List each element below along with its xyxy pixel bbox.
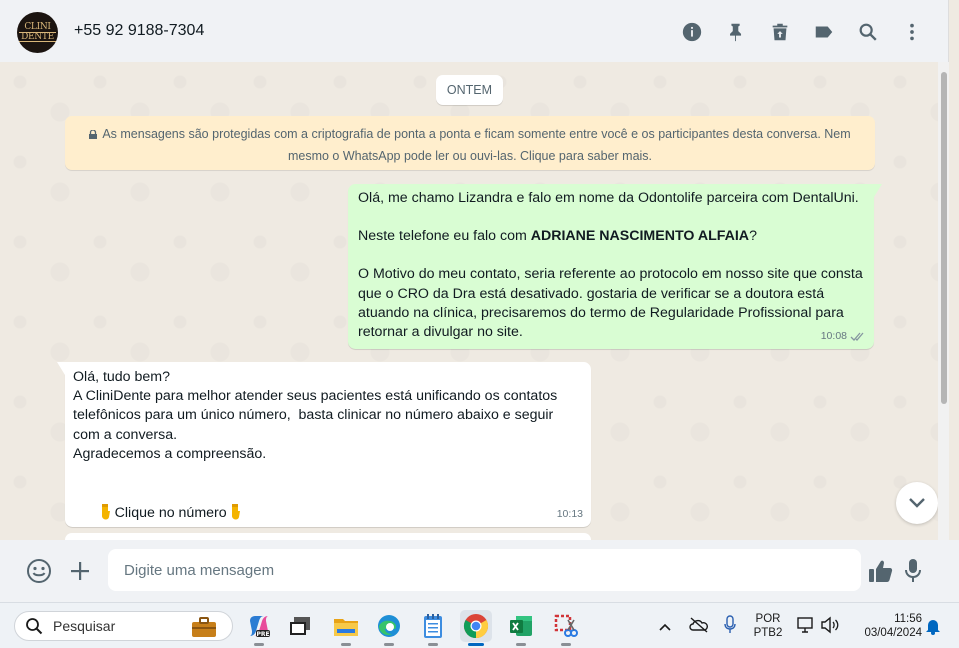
pointing-down-emoji-icon bbox=[101, 504, 110, 520]
avatar-logo-line1: CLINI bbox=[24, 22, 51, 32]
input-language[interactable]: POR PTB2 bbox=[753, 612, 783, 640]
chrome-icon bbox=[463, 614, 489, 638]
search-icon[interactable] bbox=[856, 20, 880, 44]
message-meta: 10:13 bbox=[557, 505, 583, 524]
notepad-app[interactable] bbox=[417, 610, 449, 646]
volume-icon[interactable] bbox=[820, 616, 840, 639]
avatar[interactable]: CLINI DENTE bbox=[17, 12, 58, 53]
pin-icon[interactable] bbox=[724, 20, 748, 44]
microphone-tray-icon[interactable] bbox=[724, 615, 736, 640]
thumbs-up-icon[interactable] bbox=[867, 557, 895, 585]
snipping-tool-icon bbox=[554, 614, 578, 637]
file-explorer-app[interactable] bbox=[330, 610, 362, 646]
conversation-panel[interactable]: ONTEM As mensagens são protegidas com a … bbox=[0, 62, 938, 540]
next-message-peek bbox=[65, 533, 591, 540]
folder-icon bbox=[334, 619, 358, 636]
clock-date: 03/04/2024 bbox=[864, 627, 922, 639]
message-time: 10:08 bbox=[820, 329, 847, 342]
bold-name: ADRIANE NASCIMENTO ALFAIA bbox=[530, 228, 750, 245]
message-time: 10:13 bbox=[556, 507, 583, 520]
encryption-text: As mensagens são protegidas com a cripto… bbox=[102, 127, 851, 163]
read-ticks-icon bbox=[850, 332, 864, 341]
message-input[interactable] bbox=[108, 549, 861, 591]
bubble-tail bbox=[874, 184, 882, 197]
message-meta: 10:08 bbox=[821, 327, 866, 346]
clock[interactable]: 11:56 03/04/2024 bbox=[850, 612, 922, 640]
chevron-down-icon bbox=[909, 498, 925, 508]
message-text: Olá, me chamo Lizandra e falo em nome da… bbox=[358, 190, 859, 206]
excel-icon bbox=[510, 616, 532, 636]
chat-header: CLINI DENTE +55 92 9188-7304 bbox=[0, 0, 949, 62]
copilot-app[interactable]: PRE bbox=[243, 610, 275, 646]
search-icon bbox=[26, 618, 43, 635]
network-icon[interactable] bbox=[797, 616, 815, 639]
message-text: A CliniDente para melhor atender seus pa… bbox=[73, 388, 562, 443]
tray-chevron-up-icon[interactable] bbox=[658, 619, 672, 637]
pointing-down-emoji-icon bbox=[231, 504, 240, 520]
avatar-logo-line2: DENTE bbox=[19, 32, 56, 42]
outgoing-message[interactable]: Olá, me chamo Lizandra e falo em nome da… bbox=[348, 184, 882, 349]
more-icon[interactable] bbox=[900, 20, 924, 44]
scroll-down-button[interactable] bbox=[896, 482, 938, 524]
header-actions bbox=[680, 20, 924, 44]
copilot-icon: PRE bbox=[250, 616, 270, 638]
svg-text:PRE: PRE bbox=[256, 631, 269, 638]
date-chip: ONTEM bbox=[436, 75, 503, 105]
lock-icon bbox=[89, 130, 98, 139]
bubble-tail bbox=[57, 362, 65, 375]
delete-icon[interactable] bbox=[768, 20, 792, 44]
cta-line: Clique no número bbox=[73, 483, 583, 540]
info-icon[interactable] bbox=[680, 20, 704, 44]
emoji-icon[interactable] bbox=[25, 557, 53, 585]
composer bbox=[0, 540, 959, 602]
edge-icon bbox=[378, 615, 400, 637]
message-text: O Motivo do meu contato, seria referente… bbox=[358, 266, 867, 341]
briefcase-icon bbox=[192, 617, 216, 637]
contact-name[interactable]: +55 92 9188-7304 bbox=[74, 22, 204, 40]
message-text: Olá, tudo bem? bbox=[73, 369, 171, 385]
taskbar-search[interactable]: Pesquisar bbox=[14, 611, 233, 641]
notification-bell-icon[interactable] bbox=[925, 617, 941, 640]
taskbar-search-text: Pesquisar bbox=[53, 618, 116, 634]
clock-time: 11:56 bbox=[894, 613, 922, 625]
incoming-message[interactable]: Olá, tudo bem? A CliniDente para melhor … bbox=[57, 362, 591, 527]
task-view-icon bbox=[290, 617, 310, 635]
notepad-icon bbox=[424, 614, 442, 638]
message-text: Agradecemos a compreensão. bbox=[73, 445, 267, 462]
onedrive-offline-icon[interactable] bbox=[689, 617, 709, 638]
message-text: Neste telefone eu falo com ADRIANE NASCI… bbox=[358, 228, 757, 245]
cta-text: Clique no número bbox=[114, 505, 227, 522]
microphone-icon[interactable] bbox=[899, 557, 927, 585]
scrollbar-thumb[interactable] bbox=[941, 72, 947, 404]
chrome-app[interactable] bbox=[460, 610, 492, 646]
excel-app[interactable] bbox=[505, 610, 537, 646]
edge-app[interactable] bbox=[373, 610, 405, 646]
encryption-notice[interactable]: As mensagens são protegidas com a cripto… bbox=[65, 116, 875, 170]
attach-plus-icon[interactable] bbox=[66, 557, 94, 585]
windows-taskbar: Pesquisar PRE POR PTB2 11:56 03/04/2024 bbox=[0, 602, 959, 648]
label-icon[interactable] bbox=[812, 20, 836, 44]
task-view-app[interactable] bbox=[284, 610, 316, 642]
snipping-tool-app[interactable] bbox=[550, 610, 582, 646]
